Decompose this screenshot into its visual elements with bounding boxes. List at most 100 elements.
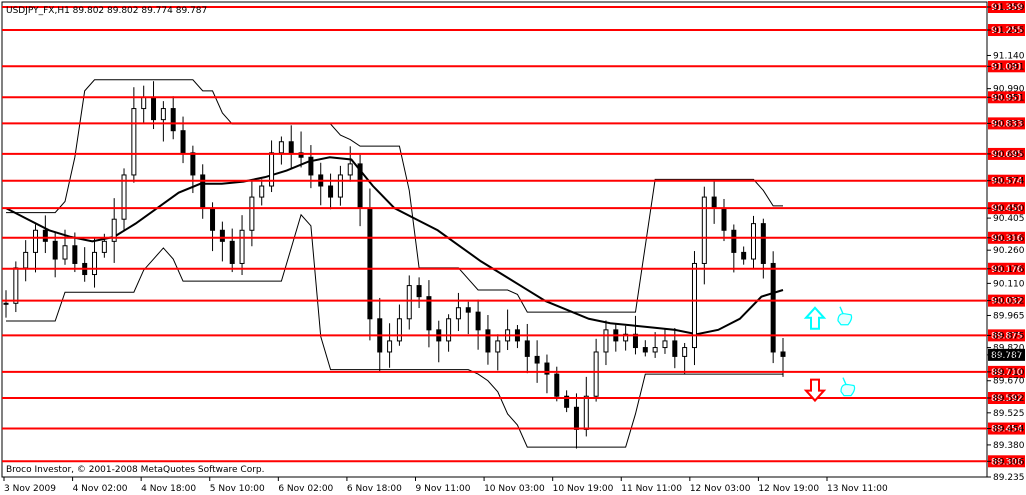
candle-body (387, 340, 393, 353)
y-tick-label: 89.235 (993, 473, 1025, 483)
x-tick-label: 11 Nov 11:00 (621, 484, 682, 494)
candle-body (367, 207, 373, 320)
candle-body (42, 229, 48, 242)
x-tick-label: 12 Nov 19:00 (758, 484, 819, 494)
x-tick-label: 10 Nov 03:00 (484, 484, 545, 494)
candle-body (770, 262, 776, 353)
candle-body (249, 196, 255, 231)
candle-body (495, 340, 501, 353)
y-tick-label: 89.306 (993, 457, 1025, 467)
candle-body (603, 329, 609, 353)
x-tick-label: 3 Nov 2009 (4, 484, 56, 494)
candle-body (328, 185, 334, 198)
candle-body (13, 267, 19, 304)
candle-body (760, 223, 766, 264)
candle-body (357, 163, 363, 209)
copyright-text: Broco Investor, © 2001-2008 MetaQuotes S… (6, 465, 265, 475)
x-tick-label: 4 Nov 02:00 (73, 484, 128, 494)
x-tick-label: 6 Nov 02:00 (278, 484, 333, 494)
candle-body (308, 156, 314, 176)
candle-body (583, 395, 589, 430)
candle-body (288, 141, 294, 154)
y-tick-label: 91.091 (993, 62, 1025, 72)
candle-body (750, 223, 756, 260)
hand-pointer-icon (840, 383, 856, 397)
candle-body (278, 141, 284, 154)
y-tick-label: 89.592 (993, 394, 1025, 404)
x-tick-label: 6 Nov 18:00 (347, 484, 402, 494)
candle-body (672, 340, 678, 357)
y-tick-label: 91.140 (993, 51, 1025, 61)
candle-body (62, 245, 68, 260)
y-tick-label: 90.695 (993, 150, 1025, 160)
x-tick-label: 4 Nov 18:00 (141, 484, 196, 494)
candle-body (682, 347, 688, 357)
candle-body (485, 329, 491, 353)
y-tick-label: 89.965 (993, 311, 1025, 321)
candle-body (721, 207, 727, 231)
x-tick-label: 5 Nov 10:00 (210, 484, 265, 494)
candle-body (731, 229, 737, 253)
candle-body (229, 240, 235, 264)
y-tick-label: 89.670 (993, 377, 1025, 387)
chart-window: 91.359 91.255 91.091 90.951 90.833 90.695 90.5… (0, 0, 1026, 495)
chart-header: USDJPY_FX,H1 89.802 89.802 89.774 89.787 (6, 6, 207, 16)
y-tick-label: 91.255 (993, 26, 1025, 36)
candle-body (52, 240, 58, 260)
candle-body (160, 108, 166, 121)
candle-body (780, 351, 786, 357)
y-tick-label: 90.405 (993, 214, 1025, 224)
candle-body (101, 240, 107, 253)
candle-body (711, 196, 717, 209)
candle-body (741, 251, 747, 260)
candle-body (701, 196, 707, 264)
candle-body (151, 97, 157, 121)
price-chart: 91.359 91.255 91.091 90.951 90.833 90.695 90.5… (0, 0, 1026, 495)
candle-body (642, 347, 648, 353)
candle-body (180, 130, 186, 154)
y-tick-label: 89.525 (993, 409, 1025, 419)
candle-body (652, 347, 658, 353)
y-tick-label: 90.260 (993, 246, 1025, 256)
y-tick-label: 90.176 (993, 265, 1025, 275)
candle-body (72, 245, 78, 264)
y-tick-label: 90.450 (993, 204, 1025, 214)
candle-body (534, 355, 540, 364)
candle-body (33, 229, 39, 253)
candle-body (170, 108, 176, 132)
candle-body (593, 351, 599, 397)
x-tick-label: 9 Nov 11:00 (416, 484, 471, 494)
y-tick-label: 90.574 (993, 177, 1025, 187)
candle-body (446, 318, 452, 342)
y-tick-label: 90.316 (993, 234, 1025, 244)
x-tick-label: 12 Nov 03:00 (690, 484, 751, 494)
y-tick-label: 89.380 (993, 441, 1025, 451)
candle-body (92, 251, 98, 276)
y-tick-label: 89.875 (993, 331, 1025, 341)
candle-body (475, 311, 481, 331)
candle-body (141, 97, 147, 110)
candle-body (573, 406, 579, 430)
candle-body (662, 340, 668, 349)
candle-body (347, 163, 353, 176)
candle-body (259, 185, 265, 198)
y-tick-label: 90.032 (993, 297, 1025, 307)
candle-body (455, 307, 461, 320)
candle-body (190, 152, 196, 176)
candle-body (524, 340, 530, 357)
hand-pointer-icon (837, 313, 853, 326)
candle-body (554, 373, 560, 397)
candle-body (210, 207, 216, 231)
x-tick-label: 13 Nov 11:00 (827, 484, 888, 494)
candle-body (396, 318, 402, 342)
candle-body (219, 229, 225, 242)
candle-body (3, 302, 9, 305)
y-tick-label: 90.833 (993, 119, 1025, 129)
y-tick-label: 89.454 (993, 425, 1025, 435)
x-tick-label: 10 Nov 19:00 (553, 484, 614, 494)
y-tick-label: 90.110 (993, 279, 1025, 289)
candle-body (416, 285, 422, 298)
candle-body (406, 285, 412, 320)
candle-body (131, 108, 137, 176)
candle-body (465, 307, 471, 313)
